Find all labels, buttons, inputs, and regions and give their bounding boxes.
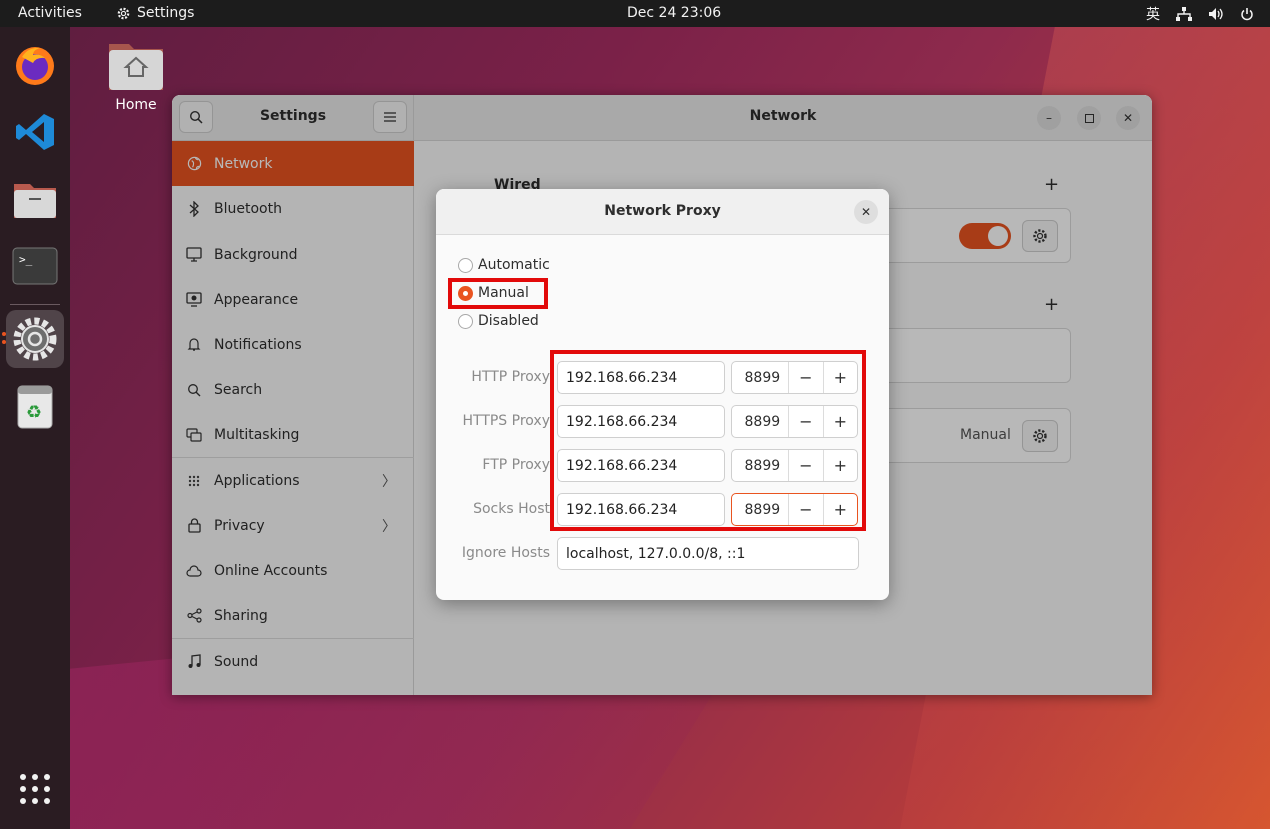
running-indicator	[2, 332, 6, 336]
https-proxy-label: HTTPS Proxy	[462, 413, 550, 429]
socks-host-label: Socks Host	[473, 501, 550, 517]
trash-launcher[interactable]: ♻	[6, 378, 64, 436]
home-label: Home	[115, 97, 157, 113]
show-apps-button[interactable]	[6, 760, 64, 818]
radio-button[interactable]	[458, 313, 473, 329]
radio-label: Disabled	[478, 313, 539, 329]
svg-text:♻: ♻	[26, 402, 42, 423]
ignore-hosts-input[interactable]: localhost, 127.0.0.0/8, ::1	[557, 537, 859, 570]
desktop-home-icon[interactable]: Home	[104, 38, 168, 113]
gear-icon	[117, 7, 130, 19]
radio-automatic[interactable]: Automatic	[458, 257, 550, 273]
top-bar: Activities Settings Dec 24 23:06 英	[0, 0, 1270, 27]
settings-launcher[interactable]	[6, 310, 64, 368]
dock-separator	[10, 304, 60, 305]
radio-button[interactable]	[458, 257, 473, 273]
radio-disabled[interactable]: Disabled	[458, 313, 539, 329]
terminal-icon: >_	[12, 247, 58, 285]
dock: >_ ♻	[0, 27, 70, 829]
firefox-icon	[16, 47, 54, 85]
running-indicator	[2, 340, 6, 344]
activities-button[interactable]: Activities	[18, 5, 82, 21]
highlight-manual-box	[448, 278, 548, 309]
dialog-title: Network Proxy	[604, 203, 721, 219]
network-wired-icon	[1176, 7, 1192, 21]
input-method-indicator[interactable]: 英	[1146, 4, 1160, 24]
vscode-icon	[16, 114, 54, 150]
settings-icon	[13, 317, 57, 361]
dialog-close-button[interactable]: ✕	[854, 200, 878, 224]
files-icon	[14, 184, 56, 218]
power-icon	[1241, 8, 1253, 21]
radio-label: Automatic	[478, 257, 550, 273]
clock[interactable]: Dec 24 23:06	[627, 5, 721, 21]
firefox-launcher[interactable]	[6, 36, 64, 94]
home-folder-icon	[109, 44, 163, 90]
volume-icon	[1209, 8, 1223, 20]
system-tray[interactable]: 英	[1146, 4, 1254, 24]
app-name: Settings	[137, 5, 195, 21]
terminal-launcher[interactable]: >_	[6, 237, 64, 295]
close-icon: ✕	[860, 205, 872, 219]
app-grid-icon	[20, 774, 50, 804]
vscode-launcher[interactable]	[6, 103, 64, 161]
highlight-proxy-fields-box	[550, 350, 866, 531]
svg-text:>_: >_	[19, 253, 33, 266]
trash-icon: ♻	[17, 385, 53, 429]
dialog-header: Network Proxy ✕	[436, 189, 889, 235]
files-launcher[interactable]	[6, 170, 64, 228]
ftp-proxy-label: FTP Proxy	[482, 457, 550, 473]
ignore-hosts-label: Ignore Hosts	[461, 545, 550, 561]
http-proxy-label: HTTP Proxy	[471, 369, 550, 385]
app-menu[interactable]: Settings	[116, 5, 194, 21]
